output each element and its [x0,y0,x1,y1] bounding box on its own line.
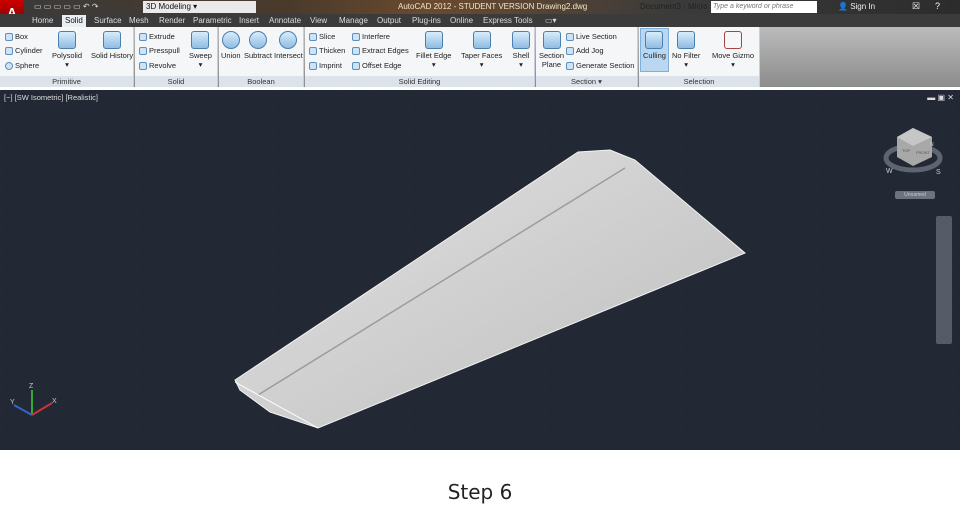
generate-section-button[interactable]: Generate Section [566,61,634,71]
panel-section: Section Plane Live Section Add Jog Genera… [536,27,638,87]
sign-in-button[interactable]: 👤 Sign In [838,2,875,11]
sign-in-label: Sign In [850,2,876,11]
add-jog-button[interactable]: Add Jog [566,46,604,56]
taper-faces-button[interactable]: Taper Faces ▾ [461,31,502,69]
sweep-button[interactable]: Sweep ▾ [189,31,212,69]
step-caption: Step 6 [447,480,513,504]
navigation-bar[interactable] [936,216,952,344]
section-plane-button[interactable]: Section Plane [539,31,564,69]
tab-render[interactable]: Render [156,15,188,26]
ribbon-tabs: Home Solid Surface Mesh Render Parametri… [0,14,960,28]
solid-history-button[interactable]: Solid History [91,31,133,60]
panel-title: Selection [639,76,759,87]
tab-online[interactable]: Online [447,15,476,26]
polysolid-button[interactable]: Polysolid ▾ [52,31,82,69]
title-bar: ▭ ▭ ▭ ▭ ▭ ↶ ↷ 3D Modeling ▾ AutoCAD 2012… [0,0,960,14]
panel-primitive: Box Cylinder Sphere Polysolid ▾ Solid His… [0,27,134,87]
svg-text:W: W [886,168,893,175]
culling-button[interactable]: Culling [640,28,669,72]
svg-text:TOP: TOP [902,148,910,153]
box-button[interactable]: Box [5,32,28,42]
shell-button[interactable]: Shell ▾ [512,31,530,69]
extract-edges-button[interactable]: Extract Edges [352,46,409,56]
wing-model: Z X Y TOP FRONT W S N [10,128,943,429]
tab-output[interactable]: Output [374,15,404,26]
drawing-viewport[interactable]: [−] [SW Isometric] [Realistic] ▬ ▣ ✕ Z X… [0,90,960,450]
svg-text:FRONT: FRONT [916,150,930,155]
svg-text:X: X [52,398,57,405]
section-panel-title[interactable]: Section ▾ [536,76,637,87]
viewcube[interactable]: TOP FRONT W S N [883,128,943,176]
tab-mesh[interactable]: Mesh [126,15,152,26]
panel-solid-editing: Slice Thicken Imprint Interfere Extract … [305,27,535,87]
tab-home[interactable]: Home [29,15,56,26]
subtract-button[interactable]: Subtract [244,31,272,60]
intersect-button[interactable]: Intersect [274,31,303,60]
move-gizmo-dropdown[interactable]: Move Gizmo ▾ [712,31,754,69]
sphere-button[interactable]: Sphere [5,61,39,71]
no-filter-dropdown[interactable]: No Filter ▾ [672,31,700,69]
union-button[interactable]: Union [221,31,241,60]
offset-edge-button[interactable]: Offset Edge [352,61,401,71]
help-icon[interactable]: ? [935,1,940,11]
panel-title: Solid Editing [305,76,534,87]
svg-text:Z: Z [29,383,34,390]
panel-title: Solid [135,76,217,87]
cylinder-button[interactable]: Cylinder [5,46,43,56]
extrude-button[interactable]: Extrude [139,32,175,42]
imprint-button[interactable]: Imprint [309,61,342,71]
panel-selection: Culling No Filter ▾ Move Gizmo ▾ Selection [639,27,760,87]
interfere-button[interactable]: Interfere [352,32,390,42]
workspace-dropdown[interactable]: 3D Modeling ▾ [143,1,256,13]
other-window-title: Document3 - Micro [640,2,708,11]
tab-manage[interactable]: Manage [336,15,371,26]
svg-text:Y: Y [10,399,15,406]
panel-boolean: Union Subtract Intersect Boolean [219,27,304,87]
thicken-button[interactable]: Thicken [309,46,345,56]
ucs-menu[interactable]: Unnamed [895,191,935,199]
tab-annotate[interactable]: Annotate [266,15,304,26]
quick-access-toolbar[interactable]: ▭ ▭ ▭ ▭ ▭ ↶ ↷ [34,2,99,11]
svg-text:N: N [930,142,934,148]
tab-insert[interactable]: Insert [236,15,262,26]
svg-text:S: S [936,169,941,176]
tab-plugins[interactable]: Plug-ins [409,15,444,26]
panel-title: Primitive [0,76,133,87]
presspull-button[interactable]: Presspull [139,46,180,56]
revolve-button[interactable]: Revolve [139,61,176,71]
panel-solid: Extrude Presspull Revolve Sweep ▾ Solid [135,27,218,87]
workspace-toggle-icon[interactable]: ▭▾ [542,15,560,26]
live-section-button[interactable]: Live Section [566,32,617,42]
workspace-value: 3D Modeling [146,2,191,11]
ribbon: Box Cylinder Sphere Polysolid ▾ Solid His… [0,27,960,87]
slice-button[interactable]: Slice [309,32,335,42]
wing-surface [234,149,746,429]
app-title: AutoCAD 2012 - STUDENT VERSION Drawing2.… [398,2,588,11]
panel-title: Boolean [219,76,303,87]
search-input[interactable] [711,1,817,13]
tab-view[interactable]: View [307,15,330,26]
ucs-axes-icon: Z X Y [10,383,57,416]
tab-surface[interactable]: Surface [91,15,125,26]
exchange-icon[interactable]: ☒ [912,1,920,12]
tab-parametric[interactable]: Parametric [190,15,235,26]
tab-express-tools[interactable]: Express Tools [480,15,536,26]
fillet-edge-button[interactable]: Fillet Edge ▾ [416,31,451,69]
